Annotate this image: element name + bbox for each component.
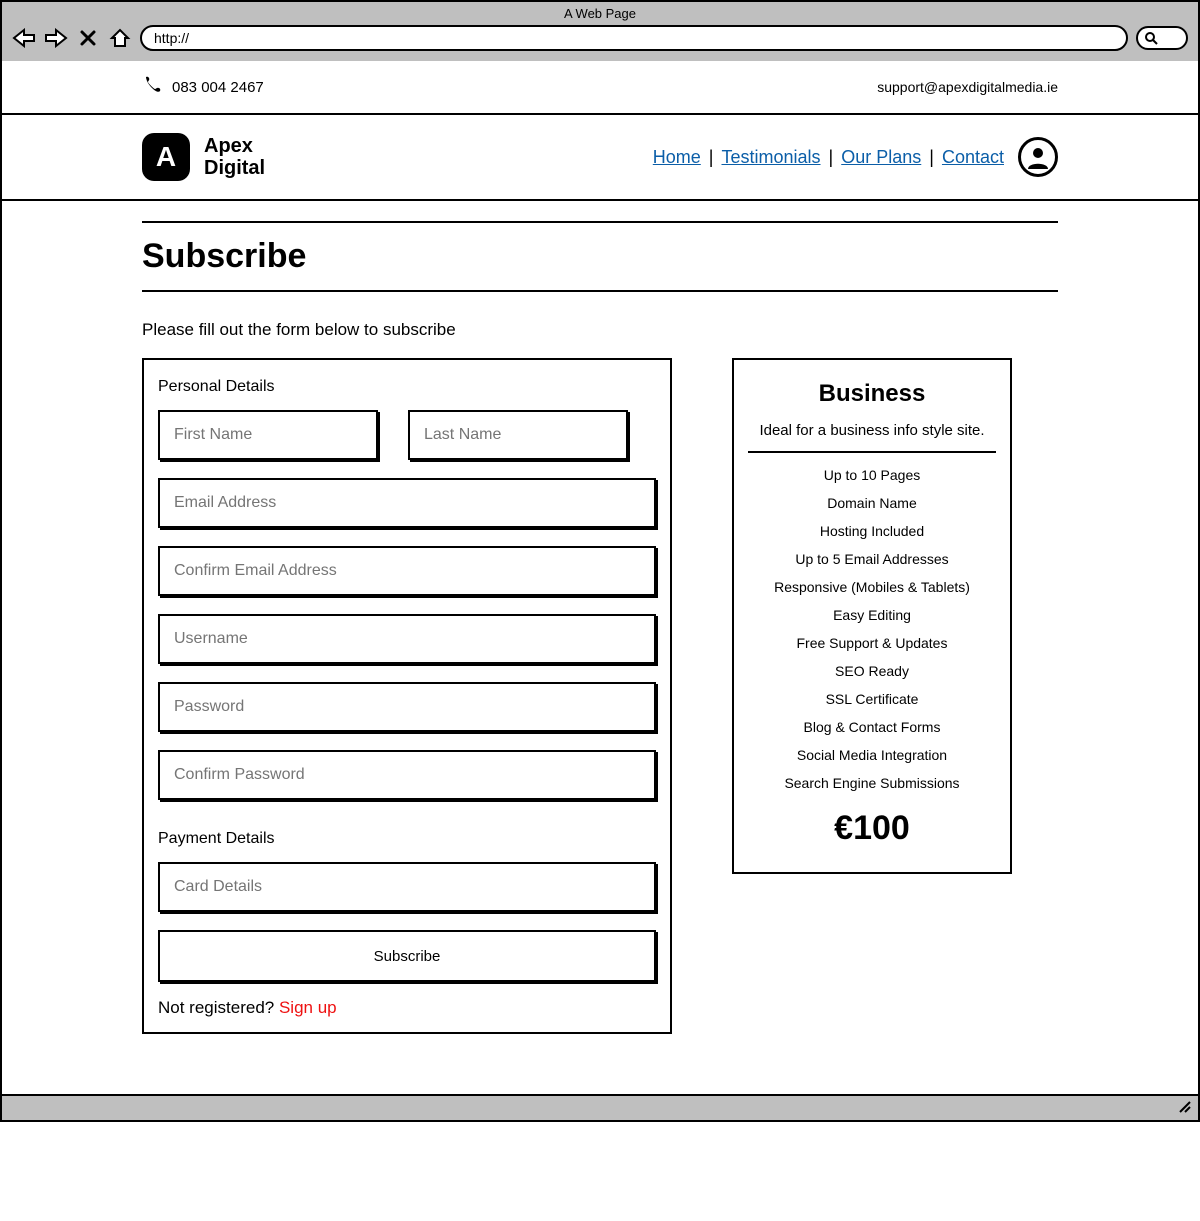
plan-feature: Free Support & Updates xyxy=(748,635,996,651)
plan-feature: Social Media Integration xyxy=(748,747,996,763)
first-name-input[interactable] xyxy=(158,410,378,460)
search-icon[interactable] xyxy=(1136,26,1188,50)
columns: Personal Details Payment Details Subscri… xyxy=(142,358,1058,1034)
plan-feature: Search Engine Submissions xyxy=(748,775,996,791)
sign-up-link[interactable]: Sign up xyxy=(279,998,337,1017)
brand-line1: Apex xyxy=(204,135,265,157)
confirm-password-input[interactable] xyxy=(158,750,656,800)
plan-feature: Up to 10 Pages xyxy=(748,467,996,483)
phone-icon xyxy=(142,75,162,99)
brand-line2: Digital xyxy=(204,157,265,179)
home-icon[interactable] xyxy=(108,26,132,50)
browser-chrome: A Web Page xyxy=(0,0,1200,61)
page-title: Subscribe xyxy=(142,223,1058,290)
plan-feature: Responsive (Mobiles & Tablets) xyxy=(748,579,996,595)
not-registered-text: Not registered? xyxy=(158,998,279,1017)
confirm-email-input[interactable] xyxy=(158,546,656,596)
not-registered: Not registered? Sign up xyxy=(158,998,656,1018)
username-input[interactable] xyxy=(158,614,656,664)
resize-grip-icon[interactable] xyxy=(1176,1098,1192,1119)
payment-details-label: Payment Details xyxy=(158,830,656,848)
nav-plans[interactable]: Our Plans xyxy=(841,147,921,168)
nav-testimonials[interactable]: Testimonials xyxy=(721,147,820,168)
nav-home[interactable]: Home xyxy=(653,147,701,168)
user-avatar-icon[interactable] xyxy=(1018,137,1058,177)
plan-features: Up to 10 Pages Domain Name Hosting Inclu… xyxy=(748,467,996,791)
plan-feature: Hosting Included xyxy=(748,523,996,539)
plan-feature: Up to 5 Email Addresses xyxy=(748,551,996,567)
back-icon[interactable] xyxy=(12,26,36,50)
nav-links: Home | Testimonials | Our Plans | Contac… xyxy=(653,147,1004,168)
browser-window-title: A Web Page xyxy=(12,6,1188,21)
brand-logo: A xyxy=(142,133,190,181)
phone-number: 083 004 2467 xyxy=(172,79,264,96)
nav-separator: | xyxy=(929,147,934,168)
topbar: 083 004 2467 support@apexdigitalmedia.ie xyxy=(2,61,1198,115)
phone-group: 083 004 2467 xyxy=(142,75,264,99)
plan-feature: Blog & Contact Forms xyxy=(748,719,996,735)
url-bar[interactable] xyxy=(140,25,1128,51)
email-input[interactable] xyxy=(158,478,656,528)
card-details-input[interactable] xyxy=(158,862,656,912)
nav-separator: | xyxy=(709,147,714,168)
last-name-input[interactable] xyxy=(408,410,628,460)
brand[interactable]: A Apex Digital xyxy=(142,133,265,181)
support-email: support@apexdigitalmedia.ie xyxy=(877,79,1058,95)
close-icon[interactable] xyxy=(76,26,100,50)
subscribe-button[interactable]: Subscribe xyxy=(158,930,656,982)
title-rule-bottom xyxy=(142,290,1058,292)
password-input[interactable] xyxy=(158,682,656,732)
subscribe-form: Personal Details Payment Details Subscri… xyxy=(142,358,672,1034)
forward-icon[interactable] xyxy=(44,26,68,50)
plan-feature: SEO Ready xyxy=(748,663,996,679)
plan-rule xyxy=(748,451,996,453)
header: A Apex Digital Home | Testimonials | Our… xyxy=(2,115,1198,201)
instruction-text: Please fill out the form below to subscr… xyxy=(142,320,1058,340)
nav-right: Home | Testimonials | Our Plans | Contac… xyxy=(653,137,1058,177)
statusbar xyxy=(0,1096,1200,1122)
brand-text: Apex Digital xyxy=(204,135,265,179)
page-frame: 083 004 2467 support@apexdigitalmedia.ie… xyxy=(0,61,1200,1096)
plan-price: €100 xyxy=(748,809,996,848)
plan-card: Business Ideal for a business info style… xyxy=(732,358,1012,874)
content: Subscribe Please fill out the form below… xyxy=(2,201,1198,1094)
nav-contact[interactable]: Contact xyxy=(942,147,1004,168)
plan-title: Business xyxy=(748,380,996,408)
personal-details-label: Personal Details xyxy=(158,378,656,396)
browser-toolbar xyxy=(12,25,1188,51)
nav-separator: | xyxy=(829,147,834,168)
plan-subtitle: Ideal for a business info style site. xyxy=(748,422,996,439)
plan-feature: SSL Certificate xyxy=(748,691,996,707)
plan-feature: Domain Name xyxy=(748,495,996,511)
plan-feature: Easy Editing xyxy=(748,607,996,623)
